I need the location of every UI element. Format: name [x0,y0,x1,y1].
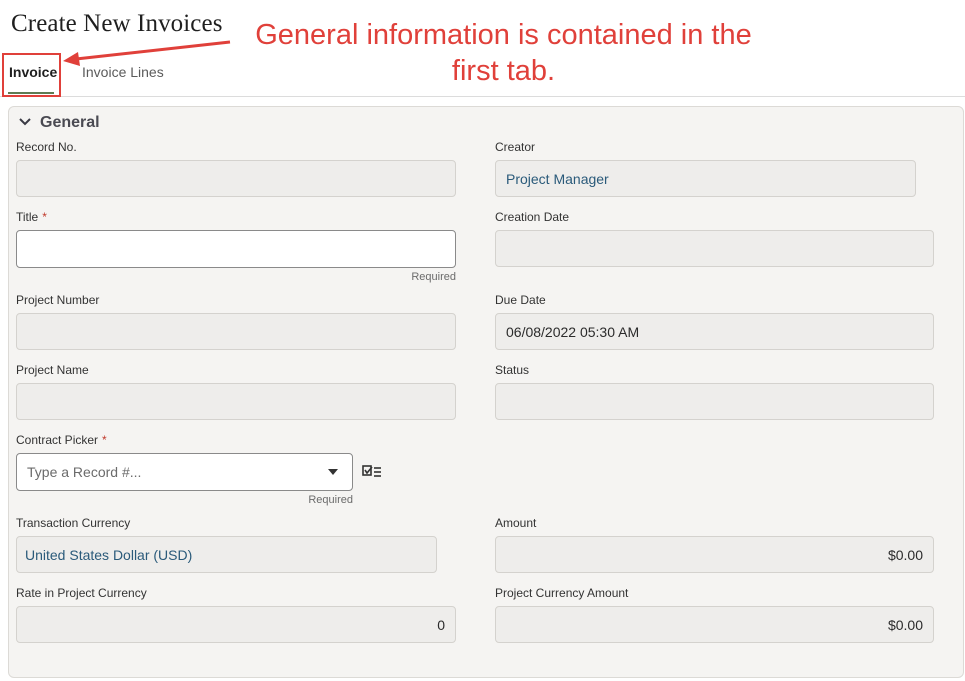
contract-picker-required-hint: Required [308,494,353,506]
contract-picker-label: Contract Picker * [16,433,107,447]
amount-field: $0.00 [495,536,934,573]
record-no-field [16,160,456,197]
project-currency-amount-label: Project Currency Amount [495,586,629,600]
due-date-field: 06/08/2022 05:30 AM [495,313,934,350]
title-label: Title * [16,210,47,224]
dropdown-caret-icon[interactable] [328,469,338,475]
title-input[interactable] [16,230,456,268]
project-name-field [16,383,456,420]
title-label-text: Title [16,210,39,224]
contract-picker-input[interactable]: Type a Record #... [16,453,353,491]
transaction-currency-label: Transaction Currency [16,516,131,530]
annotation-callout: General information is contained in the … [255,19,752,87]
project-number-field [16,313,456,350]
chevron-down-icon[interactable] [19,116,31,128]
required-indicator: * [42,210,47,224]
rate-label: Rate in Project Currency [16,586,147,600]
contract-picker-label-text: Contract Picker [16,433,99,447]
checklist-picker-icon[interactable] [362,464,382,479]
status-label: Status [495,363,530,377]
creator-label: Creator [495,140,536,154]
creation-date-label: Creation Date [495,210,570,224]
amount-label: Amount [495,516,537,530]
status-field [495,383,934,420]
section-title[interactable]: General [40,114,100,132]
project-name-label: Project Name [16,363,89,377]
project-number-label: Project Number [16,293,100,307]
creation-date-field [495,230,934,267]
rate-field: 0 [16,606,456,643]
required-indicator: * [102,433,107,447]
record-no-label: Record No. [16,140,77,154]
contract-picker-placeholder: Type a Record #... [27,464,142,480]
due-date-label: Due Date [495,293,546,307]
project-currency-amount-field: $0.00 [495,606,934,643]
transaction-currency-field: United States Dollar (USD) [16,536,437,573]
creator-field: Project Manager [495,160,916,197]
title-required-hint: Required [411,271,456,283]
